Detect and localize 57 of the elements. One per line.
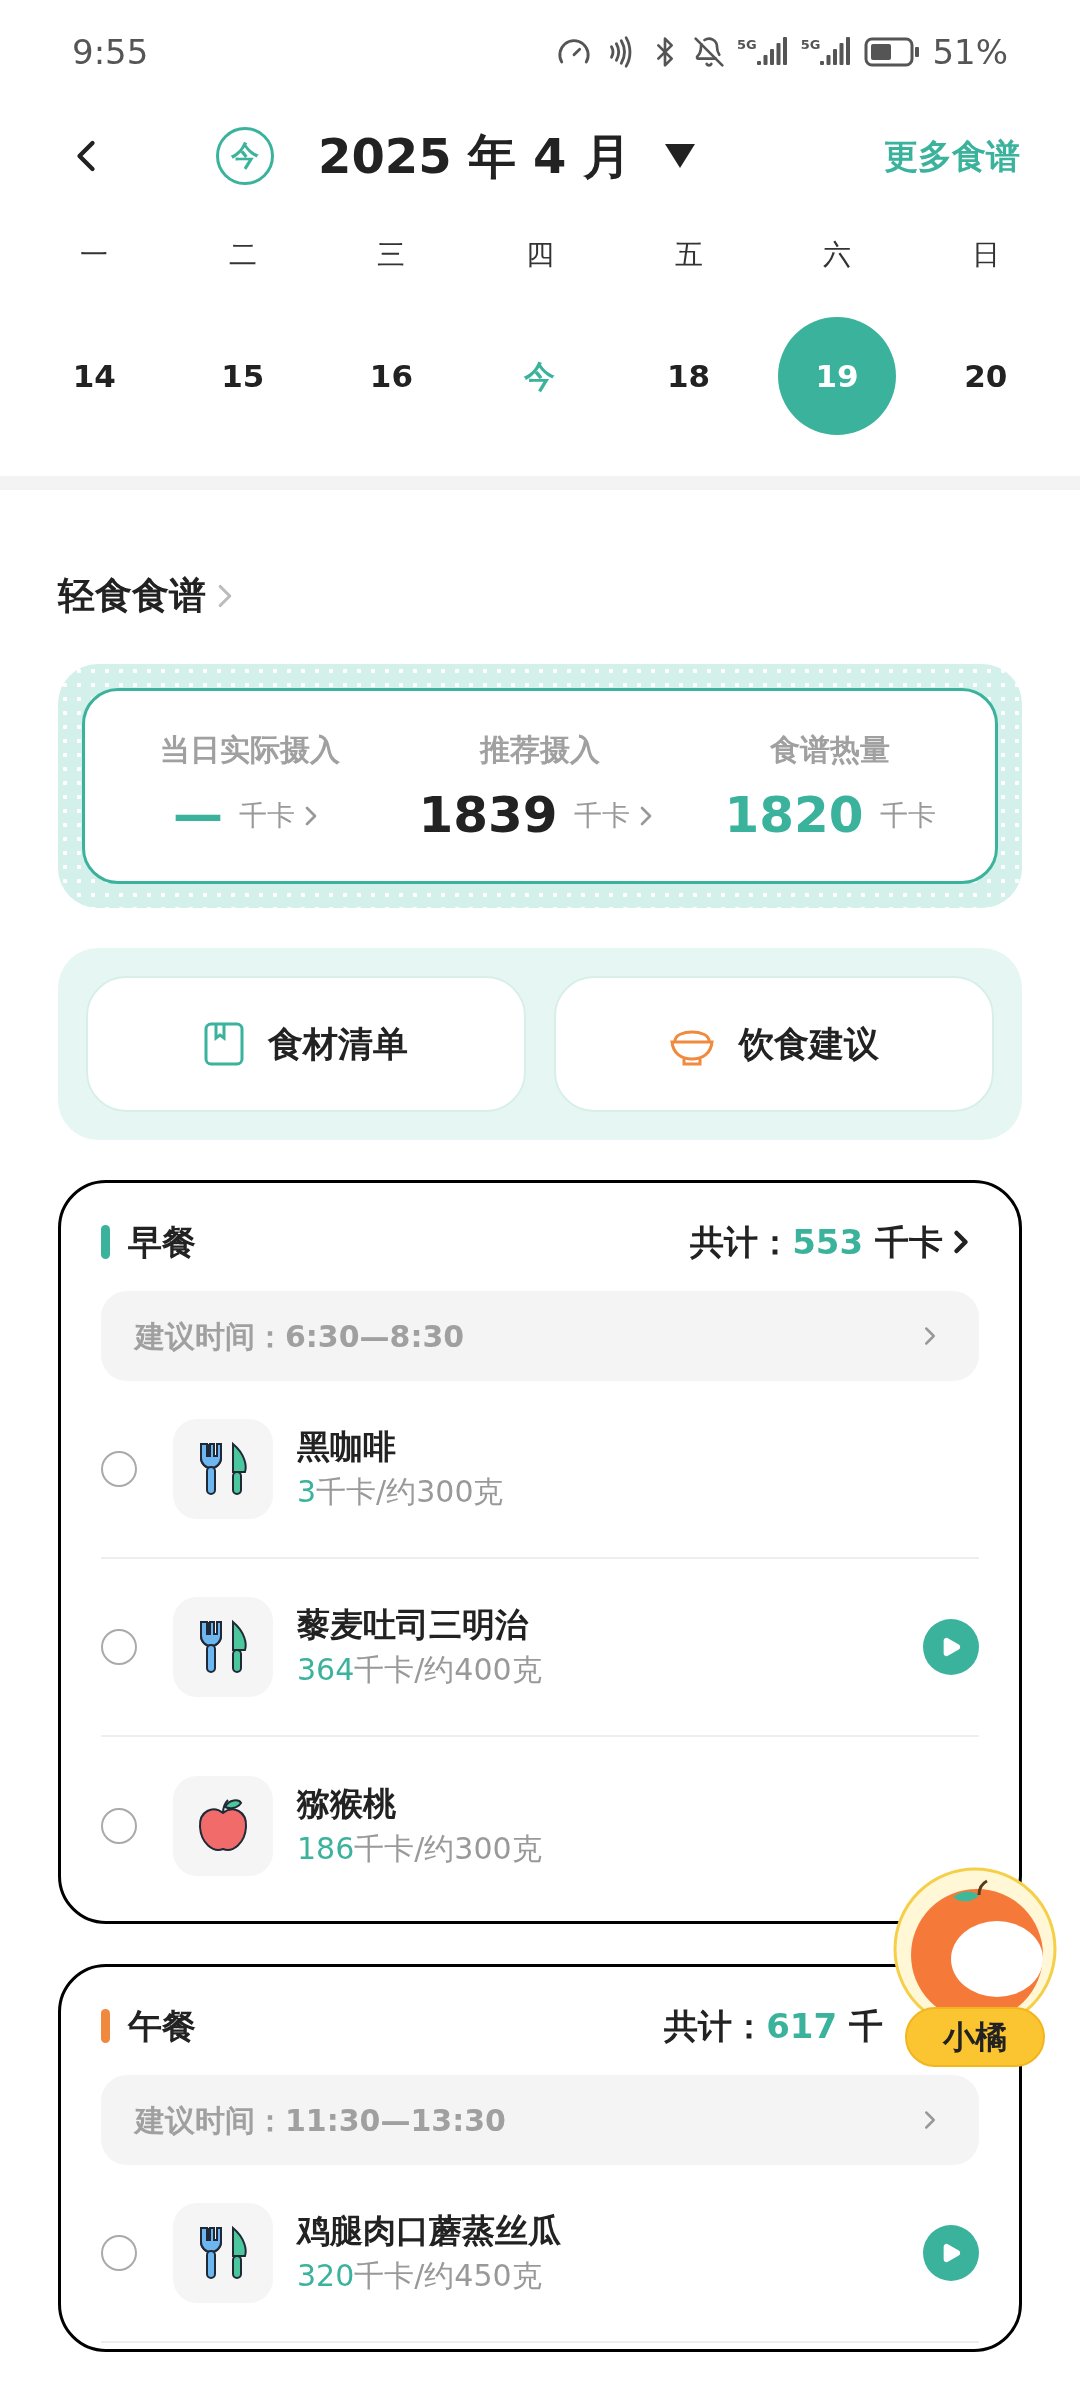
battery-percent: 51% (932, 30, 1008, 74)
fork-knife-icon (197, 1440, 249, 1498)
stat-value: — (173, 785, 223, 846)
date-cell[interactable]: 14 (35, 317, 154, 435)
action-button[interactable]: 食材清单 (86, 976, 526, 1112)
network-label: 5G (737, 36, 757, 54)
radio-button[interactable] (101, 1808, 137, 1844)
date-cell[interactable]: 20 (926, 317, 1045, 435)
play-button[interactable] (923, 2225, 979, 2281)
section-title[interactable]: 轻食食谱 (58, 568, 206, 624)
food-calories: 320千卡/约450克 (297, 2257, 543, 2295)
food-name: 猕猴桃 (297, 1783, 397, 1825)
stat-unit: 千卡 (573, 797, 630, 834)
stat-label: 食谱热量 (770, 730, 890, 769)
stat-value: 1820 (724, 785, 864, 846)
fork-knife-icon (197, 2224, 249, 2282)
food-name: 鸡腿肉口蘑蒸丝瓜 (297, 2210, 562, 2252)
radio-button[interactable] (101, 1629, 137, 1665)
weekday-label: 二 (228, 237, 257, 273)
food-calories: 3千卡/约300克 (297, 1473, 505, 1511)
stat-value: 1839 (418, 785, 558, 846)
suggested-time: 建议时间：6:30—8:30 (135, 1317, 466, 1356)
action-button[interactable]: 饮食建议 (554, 976, 994, 1112)
assistant-label: 小橘 (905, 2007, 1045, 2067)
date-cell[interactable]: 15 (183, 317, 302, 435)
date-cell[interactable]: 16 (332, 317, 451, 435)
bell-off-icon (693, 36, 725, 68)
dropdown-icon (665, 144, 696, 168)
stat-unit: 千卡 (239, 797, 295, 834)
weekday-label: 六 (823, 237, 852, 273)
food-name: 黑咖啡 (297, 1426, 397, 1468)
book-icon (204, 1022, 244, 1066)
play-button[interactable] (923, 1619, 979, 1675)
radio-button[interactable] (101, 1451, 137, 1487)
meal-total: 共计：553 千卡 (690, 1220, 943, 1264)
status-time: 9:55 (72, 30, 149, 74)
meal-title: 早餐 (128, 1220, 196, 1264)
food-calories: 364千卡/约400克 (297, 1651, 543, 1689)
stat-unit: 千卡 (879, 797, 936, 834)
stat-label: 当日实际摄入 (160, 730, 340, 769)
weekday-label: 五 (674, 237, 703, 273)
fork-knife-icon (197, 1618, 249, 1676)
weekday-label: 一 (80, 237, 109, 273)
meal-title: 午餐 (128, 2004, 196, 2048)
weekday-label: 三 (377, 237, 406, 273)
battery-icon (864, 37, 921, 67)
food-name: 藜麦吐司三明治 (297, 1604, 530, 1646)
weekday-label: 四 (526, 237, 554, 273)
food-calories: 186千卡/约300克 (297, 1830, 543, 1868)
weekday-label: 日 (971, 237, 1000, 273)
date-cell[interactable]: 18 (629, 317, 748, 435)
suggested-time: 建议时间：11:30—13:30 (135, 2101, 507, 2140)
meal-total: 共计：617 千 (664, 2004, 883, 2048)
radio-button[interactable] (101, 2235, 137, 2271)
month-picker[interactable]: 2025 年 4 月 (318, 120, 632, 192)
stat-label: 推荐摄入 (480, 730, 600, 769)
network-label: 5G (800, 36, 821, 54)
